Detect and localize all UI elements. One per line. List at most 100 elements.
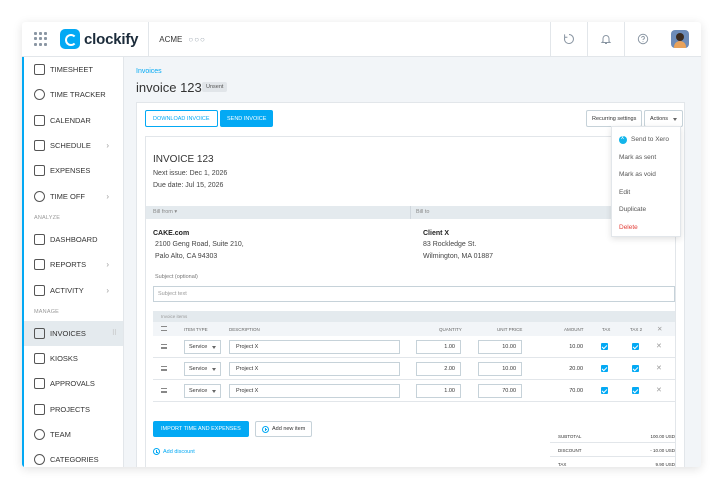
tax-checkbox[interactable] bbox=[601, 343, 608, 350]
sidebar-item-label: INVOICES bbox=[50, 328, 86, 338]
sidebar-item-reports[interactable]: REPORTS › bbox=[24, 252, 123, 277]
discount-row: DISCOUNT - 10.00 USD bbox=[550, 443, 675, 457]
quantity-input[interactable]: 1.00 bbox=[416, 384, 461, 398]
sidebar-item-team[interactable]: TEAM bbox=[24, 422, 123, 447]
download-invoice-button[interactable]: DOWNLOAD INVOICE bbox=[145, 110, 218, 127]
due-date: Due date: Jul 15, 2026 bbox=[153, 182, 224, 189]
calendar-icon bbox=[34, 114, 45, 126]
drag-handle-icon[interactable] bbox=[161, 388, 167, 393]
unit-price-input[interactable]: 10.00 bbox=[478, 340, 522, 354]
sidebar-item-label: APPROVALS bbox=[50, 379, 95, 389]
help-button[interactable] bbox=[624, 22, 661, 57]
sidebar-item-timesheet[interactable]: TIMESHEET bbox=[24, 57, 123, 82]
breadcrumb[interactable]: Invoices bbox=[136, 68, 162, 75]
avatar[interactable] bbox=[671, 30, 689, 48]
quantity-input[interactable]: 1.00 bbox=[416, 340, 461, 354]
sidebar-item-dashboard[interactable]: DASHBOARD bbox=[24, 227, 123, 252]
sidebar-item-calendar[interactable]: CALENDAR bbox=[24, 108, 123, 133]
menu-item-mark-as-sent[interactable]: Mark as sent bbox=[612, 149, 680, 167]
recurring-settings-button[interactable]: Recurring settings bbox=[586, 110, 643, 127]
sidebar-item-label: TIMESHEET bbox=[50, 65, 93, 75]
item-type-select[interactable]: Service bbox=[184, 362, 221, 376]
time-off-icon bbox=[34, 190, 45, 202]
header-item-type: ITEM TYPE bbox=[184, 327, 208, 332]
sidebar-item-approvals[interactable]: APPROVALS bbox=[24, 371, 123, 396]
schedule-icon bbox=[34, 140, 45, 152]
item-type-select[interactable]: Service bbox=[184, 340, 221, 354]
menu-item-edit[interactable]: Edit bbox=[612, 184, 680, 202]
invoice-icon bbox=[34, 327, 45, 339]
bill-from-dropdown[interactable]: Bill from ▾ bbox=[153, 209, 177, 215]
add-new-item-button[interactable]: Add new item bbox=[255, 421, 313, 437]
refresh-help-button[interactable] bbox=[550, 22, 587, 57]
unit-price-input[interactable]: 10.00 bbox=[478, 362, 522, 376]
categories-icon bbox=[34, 454, 45, 466]
drag-grip-icon[interactable]: ⠿ bbox=[112, 329, 117, 337]
tax-checkbox[interactable] bbox=[601, 365, 608, 372]
import-time-expenses-button[interactable]: IMPORT TIME AND EXPENSES bbox=[153, 421, 249, 437]
subtotal-value: 100.00 USD bbox=[650, 434, 675, 439]
workspace-dots-icon[interactable]: ○○○ bbox=[188, 35, 206, 44]
sidebar-item-time-off[interactable]: TIME OFF › bbox=[24, 183, 123, 208]
notifications-button[interactable] bbox=[587, 22, 624, 57]
header-tax2: TAX 2 bbox=[630, 327, 643, 332]
description-input[interactable]: Project X bbox=[229, 384, 400, 398]
menu-item-delete[interactable]: Delete bbox=[612, 219, 680, 237]
sidebar-item-kiosks[interactable]: KIOSKS bbox=[24, 346, 123, 371]
plus-circle-icon bbox=[262, 425, 269, 433]
sidebar-item-invoices[interactable]: INVOICES ⠿ bbox=[24, 320, 123, 346]
sidebar-item-categories[interactable]: CATEGORIES bbox=[24, 447, 123, 467]
actions-dropdown[interactable]: Actions bbox=[644, 110, 683, 127]
add-discount-link[interactable]: Add discount bbox=[153, 448, 195, 455]
tax-checkbox[interactable] bbox=[601, 387, 608, 394]
remove-row-icon[interactable]: ✕ bbox=[656, 386, 662, 394]
add-new-item-label: Add new item bbox=[272, 426, 306, 432]
menu-item-mark-as-void[interactable]: Mark as void bbox=[612, 166, 680, 184]
bill-to-name: Client X bbox=[423, 230, 450, 237]
sidebar-item-label: EXPENSES bbox=[50, 166, 91, 176]
item-type-select[interactable]: Service bbox=[184, 384, 221, 398]
quantity-input[interactable]: 2.00 bbox=[416, 362, 461, 376]
workspace-switcher[interactable]: ACME bbox=[159, 35, 182, 44]
projects-icon bbox=[34, 403, 45, 415]
timesheet-icon bbox=[34, 64, 45, 76]
invoice-card: DOWNLOAD INVOICE SEND INVOICE Recurring … bbox=[136, 102, 685, 467]
subject-label: Subject (optional) bbox=[155, 274, 198, 280]
invoice-heading: INVOICE 123 bbox=[153, 154, 214, 165]
tax2-checkbox[interactable] bbox=[632, 343, 639, 350]
description-input[interactable]: Project X bbox=[229, 340, 400, 354]
table-row: Service Project X 1.00 70.00 70.00 ✕ bbox=[153, 380, 675, 402]
logo[interactable]: clockify bbox=[60, 29, 138, 49]
description-input[interactable]: Project X bbox=[229, 362, 400, 376]
sidebar-item-schedule[interactable]: SCHEDULE › bbox=[24, 133, 123, 158]
chevron-right-icon: › bbox=[106, 191, 109, 201]
header-amount: AMOUNT bbox=[564, 327, 584, 332]
sidebar-item-label: TIME OFF bbox=[50, 191, 85, 201]
sidebar-item-activity[interactable]: ACTIVITY › bbox=[24, 277, 123, 302]
activity-icon bbox=[34, 284, 45, 296]
sidebar-item-time-tracker[interactable]: TIME TRACKER bbox=[24, 82, 123, 107]
menu-item-send-to-xero[interactable]: Send to Xero bbox=[612, 131, 680, 149]
sidebar-item-label: ACTIVITY bbox=[50, 285, 84, 295]
remove-row-icon[interactable]: ✕ bbox=[656, 342, 662, 350]
subject-input[interactable]: Subject text bbox=[153, 286, 675, 302]
sidebar-item-label: CATEGORIES bbox=[50, 455, 99, 465]
sidebar-item-expenses[interactable]: EXPENSES bbox=[24, 158, 123, 183]
sidebar-item-projects[interactable]: PROJECTS bbox=[24, 397, 123, 422]
remove-row-icon[interactable]: ✕ bbox=[656, 364, 662, 372]
apps-grid-icon[interactable] bbox=[34, 32, 48, 46]
help-icon bbox=[637, 33, 649, 45]
menu-item-duplicate[interactable]: Duplicate bbox=[612, 201, 680, 219]
tax2-checkbox[interactable] bbox=[632, 387, 639, 394]
drag-handle-icon[interactable] bbox=[161, 366, 167, 371]
sidebar-item-label: DASHBOARD bbox=[50, 234, 98, 244]
caret-down-icon bbox=[212, 390, 216, 393]
caret-down-icon bbox=[673, 118, 677, 121]
send-invoice-button[interactable]: SEND INVOICE bbox=[220, 110, 274, 127]
invoice-items-label: Invoice items bbox=[153, 311, 675, 322]
logo-text: clockify bbox=[84, 30, 139, 48]
discount-value: - 10.00 USD bbox=[650, 448, 675, 453]
drag-handle-icon[interactable] bbox=[161, 344, 167, 349]
tax2-checkbox[interactable] bbox=[632, 365, 639, 372]
unit-price-input[interactable]: 70.00 bbox=[478, 384, 522, 398]
